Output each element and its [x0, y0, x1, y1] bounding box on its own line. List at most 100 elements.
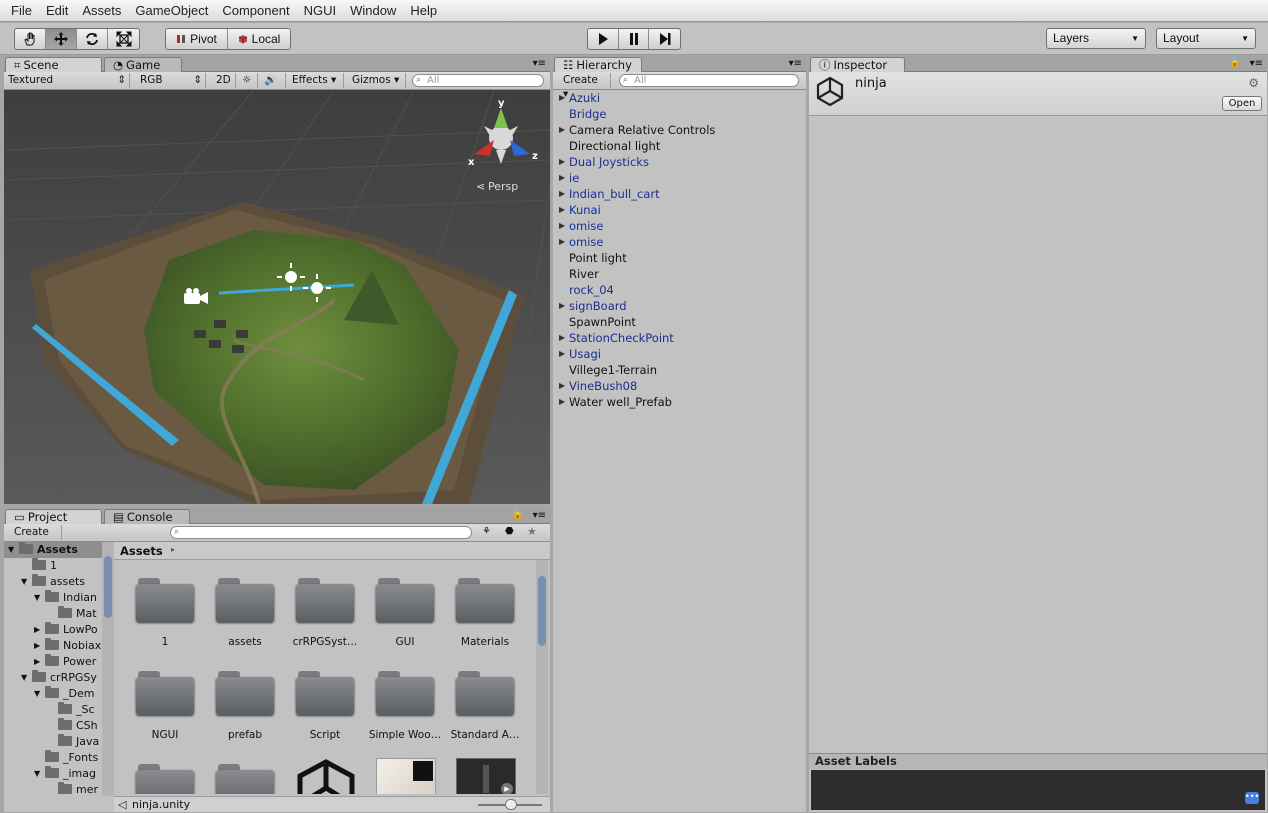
asset-folder-icon[interactable]: [296, 578, 354, 622]
effects-dropdown[interactable]: Effects ▾: [288, 73, 344, 88]
panel-menu-icon[interactable]: ▾≡: [533, 58, 546, 69]
play-button[interactable]: [588, 29, 619, 49]
project-tree-item[interactable]: ▼ assets: [4, 574, 102, 590]
layout-dropdown[interactable]: Layout ▼: [1156, 28, 1256, 49]
menu-gameobject[interactable]: GameObject: [128, 0, 215, 22]
menu-window[interactable]: Window: [343, 0, 403, 22]
tab-hierarchy[interactable]: ☷ Hierarchy: [554, 57, 642, 72]
hierarchy-item[interactable]: ▶ Water well_Prefab: [553, 394, 806, 410]
tab-scene[interactable]: ⌗ Scene: [5, 57, 102, 72]
project-tree-item[interactable]: _Fonts: [4, 750, 102, 766]
expand-arrow-icon[interactable]: ▶: [559, 346, 565, 362]
tree-scrollbar[interactable]: [102, 542, 114, 796]
expand-arrow-icon[interactable]: ▶: [559, 202, 565, 218]
lock-icon[interactable]: 🔒: [512, 509, 524, 520]
asset-folder-icon[interactable]: [216, 764, 274, 794]
move-tool-button[interactable]: [46, 29, 77, 49]
menu-ngui[interactable]: NGUI: [297, 0, 344, 22]
gear-icon[interactable]: ⚙: [1248, 76, 1259, 90]
favorite-star-icon[interactable]: ★: [527, 525, 537, 538]
panel-menu-icon[interactable]: ▾≡: [533, 510, 546, 521]
pause-button[interactable]: [619, 29, 650, 49]
asset-folder-icon[interactable]: [456, 578, 514, 622]
hierarchy-item[interactable]: Point light: [553, 250, 806, 266]
expand-arrow-icon[interactable]: ▶: [559, 186, 565, 202]
expand-arrow-icon[interactable]: ▶: [559, 394, 565, 410]
hierarchy-item[interactable]: Villege1-Terrain: [553, 362, 806, 378]
asset-folder-icon[interactable]: [216, 578, 274, 622]
speaker-icon[interactable]: 🔊: [260, 73, 286, 88]
layers-dropdown[interactable]: Layers ▼: [1046, 28, 1146, 49]
hierarchy-item[interactable]: Directional light: [553, 138, 806, 154]
menu-component[interactable]: Component: [215, 0, 296, 22]
grid-scroll-thumb[interactable]: [538, 576, 546, 646]
project-tree-item[interactable]: _Sc: [4, 702, 102, 718]
tree-arrow-icon[interactable]: ▼: [8, 542, 14, 558]
hierarchy-item[interactable]: ▶ ie: [553, 170, 806, 186]
project-tree-item[interactable]: ▶ LowPo: [4, 622, 102, 638]
hierarchy-item[interactable]: ▶ Camera Relative Controls: [553, 122, 806, 138]
asset-folder-icon[interactable]: [376, 671, 434, 715]
expand-arrow-icon[interactable]: ▶: [559, 170, 565, 186]
hierarchy-search-input[interactable]: ⌕ All: [619, 74, 799, 87]
asset-folder-icon[interactable]: [136, 764, 194, 794]
hand-tool-button[interactable]: [15, 29, 46, 49]
project-tree-item[interactable]: ▼ Indian: [4, 590, 102, 606]
tab-inspector[interactable]: ⓘ Inspector: [810, 57, 905, 72]
project-tree-item[interactable]: ▼ Assets: [4, 542, 102, 558]
expand-arrow-icon[interactable]: ▶: [559, 122, 565, 138]
asset-folder-icon[interactable]: [216, 671, 274, 715]
expand-arrow-icon[interactable]: ▶: [559, 154, 565, 170]
panel-menu-icon[interactable]: ▾≡: [1250, 58, 1263, 69]
hierarchy-item[interactable]: ▶ Dual Joysticks: [553, 154, 806, 170]
hierarchy-item[interactable]: River: [553, 266, 806, 282]
project-tree-item[interactable]: ▼ _Dem: [4, 686, 102, 702]
hierarchy-item[interactable]: ▶ signBoard: [553, 298, 806, 314]
asset-folder-icon[interactable]: [136, 671, 194, 715]
lock-icon[interactable]: 🔒: [1229, 57, 1241, 68]
hierarchy-item[interactable]: ▶ Usagi: [553, 346, 806, 362]
scene-viewport[interactable]: y x z ⋖ Persp: [4, 90, 550, 504]
menu-edit[interactable]: Edit: [39, 0, 75, 22]
open-button[interactable]: Open: [1222, 96, 1262, 111]
hierarchy-item[interactable]: Bridge: [553, 106, 806, 122]
expand-arrow-icon[interactable]: ▶: [559, 218, 565, 234]
local-button[interactable]: Local: [228, 29, 290, 49]
hierarchy-item[interactable]: SpawnPoint: [553, 314, 806, 330]
gizmos-dropdown[interactable]: Gizmos ▾: [348, 73, 406, 88]
hierarchy-item[interactable]: ▶ Kunai: [553, 202, 806, 218]
tree-arrow-icon[interactable]: ▼: [21, 670, 27, 686]
tree-arrow-icon[interactable]: ▶: [34, 654, 40, 670]
tree-arrow-icon[interactable]: ▶: [34, 622, 40, 638]
tree-scroll-thumb[interactable]: [104, 556, 112, 618]
scale-tool-button[interactable]: [108, 29, 139, 49]
project-tree-item[interactable]: CSh: [4, 718, 102, 734]
menu-file[interactable]: File: [4, 0, 39, 22]
step-button[interactable]: [649, 29, 680, 49]
expand-arrow-icon[interactable]: ▶: [559, 330, 565, 346]
project-tree-item[interactable]: ▼ _imag: [4, 766, 102, 782]
hierarchy-item[interactable]: ▶ omise: [553, 234, 806, 250]
breadcrumb-assets[interactable]: Assets: [120, 544, 163, 558]
unity-scene-asset-icon[interactable]: [296, 758, 356, 794]
rotate-tool-button[interactable]: [77, 29, 108, 49]
asset-folder-icon[interactable]: [296, 671, 354, 715]
tree-arrow-icon[interactable]: ▶: [34, 638, 40, 654]
expand-arrow-icon[interactable]: ▶: [559, 90, 565, 106]
project-create-dropdown[interactable]: Create ▾: [10, 525, 62, 552]
render-mode-dropdown[interactable]: Textured ⇕: [4, 73, 130, 88]
texture-thumbnail[interactable]: [376, 758, 436, 794]
color-mode-dropdown[interactable]: RGB ⇕: [136, 73, 206, 88]
project-tree-item[interactable]: ▼ crRPGSy: [4, 670, 102, 686]
menu-assets[interactable]: Assets: [75, 0, 128, 22]
tree-arrow-icon[interactable]: ▼: [21, 574, 27, 590]
tree-arrow-icon[interactable]: ▼: [34, 590, 40, 606]
hierarchy-create-dropdown[interactable]: Create ▾: [559, 73, 611, 100]
hierarchy-item[interactable]: ▶ StationCheckPoint: [553, 330, 806, 346]
project-tree-item[interactable]: Mat: [4, 606, 102, 622]
model-thumbnail[interactable]: ▶: [456, 758, 516, 794]
project-tree-item[interactable]: ▶ Power: [4, 654, 102, 670]
expand-arrow-icon[interactable]: ▶: [559, 234, 565, 250]
project-search-input[interactable]: ⌕: [170, 526, 472, 539]
label-tag-icon[interactable]: •••: [1245, 792, 1259, 804]
